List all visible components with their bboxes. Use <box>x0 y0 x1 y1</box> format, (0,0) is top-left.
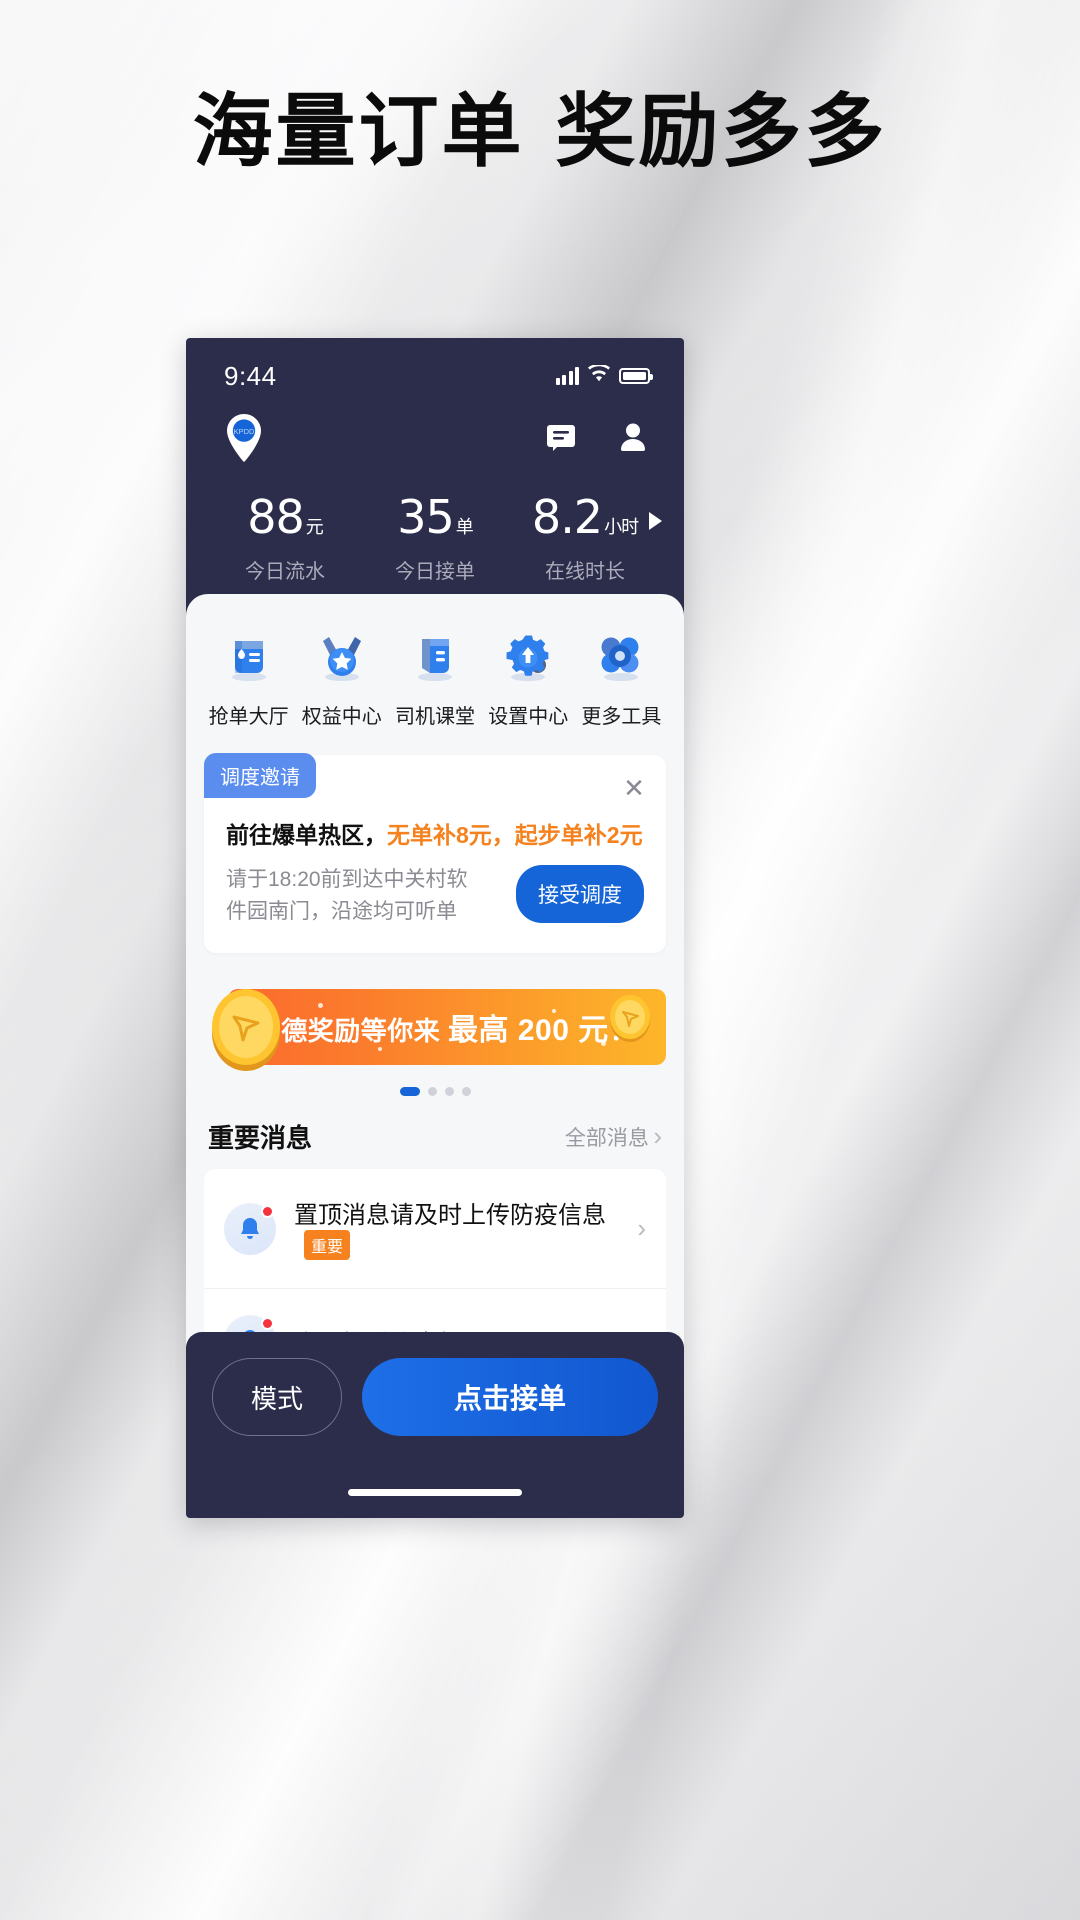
quick-action-benefits[interactable]: 权益中心 <box>295 626 388 729</box>
carousel-dot-3[interactable] <box>444 1087 454 1096</box>
status-bar-clock: 9:44 <box>224 360 277 391</box>
wifi-icon <box>588 363 610 387</box>
play-arrow-icon[interactable] <box>649 512 662 530</box>
svg-text:KPDD: KPDD <box>234 427 255 436</box>
message-label: 置顶消息请及时上传防疫信息 <box>294 1202 606 1229</box>
stat-today-orders[interactable]: 35 单 今日接单 <box>360 494 510 584</box>
quick-action-label: 抢单大厅 <box>208 706 289 728</box>
carousel-dot-1[interactable] <box>399 1087 420 1096</box>
map-pin-logo-icon[interactable]: KPDD <box>224 413 264 465</box>
poster-headline: 海量订单 奖励多多 <box>192 85 888 178</box>
quick-action-more-tools[interactable]: 更多工具 <box>575 626 668 729</box>
gold-coin-icon <box>204 981 288 1078</box>
bell-icon <box>224 1202 276 1255</box>
accept-order-button[interactable]: 点击接单 <box>362 1358 658 1436</box>
list-item[interactable]: 置顶消息请及时上传防疫信息重要 › <box>204 1169 666 1288</box>
accept-dispatch-button[interactable]: 接受调度 <box>516 865 644 923</box>
dispatch-tag: 调度邀请 <box>204 753 316 798</box>
dispatch-title: 前往爆单热区，无单补8元，起步单补2元 <box>204 800 666 850</box>
chevron-right-icon[interactable]: › <box>637 1213 646 1244</box>
stat-today-revenue[interactable]: 88 元 今日流水 <box>210 494 360 584</box>
unread-dot <box>261 1204 274 1218</box>
quick-action-label: 权益中心 <box>301 706 382 728</box>
quick-action-label: 更多工具 <box>581 706 662 728</box>
quick-action-label: 司机课堂 <box>395 706 475 728</box>
status-bar: 9:44 <box>186 338 684 400</box>
stat-value: 35 <box>397 490 455 544</box>
all-messages-link[interactable]: 全部消息 › <box>565 1121 662 1152</box>
more-tools-icon <box>575 626 668 688</box>
stat-caption: 今日流水 <box>245 561 325 583</box>
header-action-icons <box>544 420 650 459</box>
driver-class-book-icon <box>388 626 481 688</box>
status-bar-icons <box>555 363 653 387</box>
profile-icon[interactable] <box>616 420 650 459</box>
quick-action-driver-class[interactable]: 司机课堂 <box>388 626 481 729</box>
stat-online-duration[interactable]: 8.2 小时 在线时长 <box>510 494 660 584</box>
settings-gear-icon <box>482 626 575 688</box>
promo-carousel[interactable]: 高德奖励等你来 最高 200 元！ <box>204 981 666 1075</box>
carousel-dot-2[interactable] <box>427 1087 437 1096</box>
quick-action-label: 设置中心 <box>488 706 569 728</box>
quick-action-settings[interactable]: 设置中心 <box>482 626 575 729</box>
stat-unit: 元 <box>305 517 324 537</box>
dispatch-title-plain: 前往爆单热区， <box>226 822 387 848</box>
dispatch-invitation-card[interactable]: 调度邀请 ✕ 前往爆单热区，无单补8元，起步单补2元 请于18:20前到达中关村… <box>204 753 666 953</box>
stat-unit: 单 <box>455 517 474 537</box>
battery-icon <box>619 368 653 384</box>
promo-banner[interactable]: 高德奖励等你来 最高 200 元！ <box>228 989 666 1065</box>
phone-mockup: 9:44 KPDD 88 元 今日流水 35 单 今日接单 8.2 小时 在线时… <box>186 338 684 1518</box>
stat-value: 8.2 <box>531 490 603 544</box>
order-hall-icon <box>202 626 295 688</box>
carousel-dots[interactable] <box>186 1087 684 1096</box>
messages-title: 重要消息 <box>208 1123 313 1153</box>
status-badge: 重要 <box>304 1230 351 1260</box>
message-icon[interactable] <box>544 420 578 459</box>
home-indicator <box>348 1489 522 1496</box>
quick-actions-row: 抢单大厅 权益中心 司机课堂 设置中心 更多工具 <box>186 594 684 749</box>
stat-unit: 小时 <box>604 517 639 537</box>
app-header: KPDD <box>186 400 684 478</box>
stat-caption: 今日接单 <box>395 561 475 583</box>
quick-action-order-hall[interactable]: 抢单大厅 <box>202 626 295 729</box>
chevron-right-icon: › <box>653 1121 662 1151</box>
gold-coin-icon <box>606 993 654 1048</box>
mode-button[interactable]: 模式 <box>212 1358 342 1436</box>
dispatch-title-highlight: 无单补8元，起步单补2元 <box>387 822 643 848</box>
carousel-dot-4[interactable] <box>461 1087 471 1096</box>
close-icon[interactable]: ✕ <box>622 775 646 801</box>
stat-value: 88 <box>247 490 305 544</box>
message-text: 置顶消息请及时上传防疫信息重要 <box>294 1195 637 1262</box>
dispatch-tag-wrap: 调度邀请 <box>204 753 666 800</box>
promo-text: 高德奖励等你来 最高 200 元！ <box>255 1005 639 1049</box>
signal-bars-icon <box>555 367 579 385</box>
messages-header: 重要消息 全部消息 › <box>186 1096 684 1169</box>
stat-caption: 在线时长 <box>545 561 625 583</box>
bottom-action-bar: 模式 点击接单 <box>186 1332 684 1518</box>
unread-dot <box>261 1317 274 1330</box>
medal-benefits-icon <box>295 626 388 688</box>
all-messages-label: 全部消息 <box>564 1127 649 1150</box>
